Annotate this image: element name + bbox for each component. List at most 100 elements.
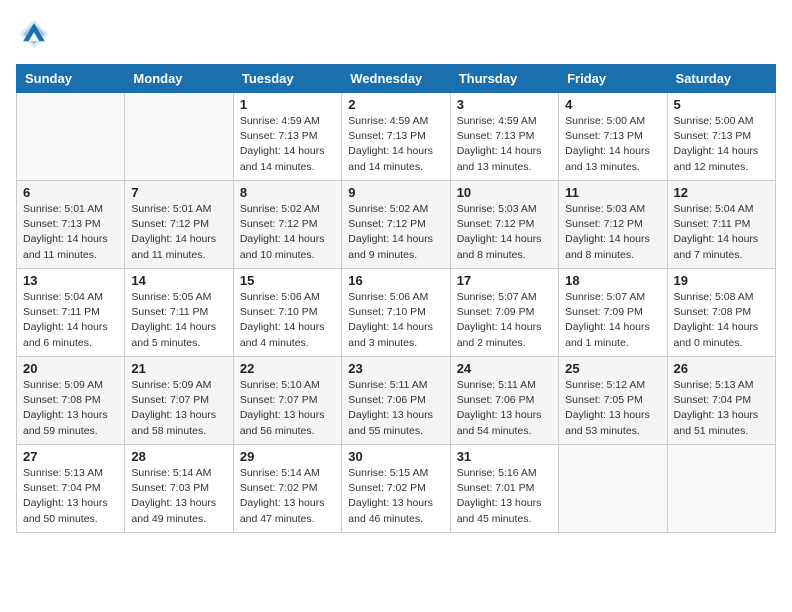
day-number: 21 [131, 361, 226, 376]
calendar-cell: 17 Sunrise: 5:07 AM Sunset: 7:09 PM Dayli… [450, 269, 558, 357]
day-info: Sunrise: 5:06 AM Sunset: 7:10 PM Dayligh… [240, 290, 335, 351]
day-number: 7 [131, 185, 226, 200]
calendar-week-row: 6 Sunrise: 5:01 AM Sunset: 7:13 PM Daylig… [17, 181, 776, 269]
day-info: Sunrise: 4:59 AM Sunset: 7:13 PM Dayligh… [240, 114, 335, 175]
day-info: Sunrise: 5:00 AM Sunset: 7:13 PM Dayligh… [565, 114, 660, 175]
weekday-header-thursday: Thursday [450, 65, 558, 93]
calendar-cell: 29Sunrise: 5:14 AM Sunset: 7:02 PM Dayli… [233, 445, 341, 533]
calendar-cell: 3 Sunrise: 4:59 AM Sunset: 7:13 PM Daylig… [450, 93, 558, 181]
day-number: 30 [348, 449, 443, 464]
calendar-cell: 28 Sunrise: 5:14 AM Sunset: 7:03 PM Dayli… [125, 445, 233, 533]
weekday-header-friday: Friday [559, 65, 667, 93]
calendar-cell: 5Sunrise: 5:00 AM Sunset: 7:13 PM Daylig… [667, 93, 775, 181]
day-info: Sunrise: 5:03 AM Sunset: 7:12 PM Dayligh… [457, 202, 552, 263]
day-info: Sunrise: 5:15 AM Sunset: 7:02 PM Dayligh… [348, 466, 443, 527]
day-info: Sunrise: 5:08 AM Sunset: 7:08 PM Dayligh… [674, 290, 769, 351]
day-number: 25 [565, 361, 660, 376]
calendar-cell [125, 93, 233, 181]
day-number: 4 [565, 97, 660, 112]
day-number: 27 [23, 449, 118, 464]
calendar-cell: 23 Sunrise: 5:11 AM Sunset: 7:06 PM Dayli… [342, 357, 450, 445]
day-info: Sunrise: 5:03 AM Sunset: 7:12 PM Dayligh… [565, 202, 660, 263]
day-number: 23 [348, 361, 443, 376]
calendar-cell: 8 Sunrise: 5:02 AM Sunset: 7:12 PM Daylig… [233, 181, 341, 269]
calendar-cell: 13 Sunrise: 5:04 AM Sunset: 7:11 PM Dayli… [17, 269, 125, 357]
day-number: 13 [23, 273, 118, 288]
calendar-week-row: 20Sunrise: 5:09 AM Sunset: 7:08 PM Dayli… [17, 357, 776, 445]
calendar-cell: 26 Sunrise: 5:13 AM Sunset: 7:04 PM Dayli… [667, 357, 775, 445]
day-number: 17 [457, 273, 552, 288]
page-header [16, 16, 776, 52]
day-info: Sunrise: 5:09 AM Sunset: 7:07 PM Dayligh… [131, 378, 226, 439]
calendar-cell [559, 445, 667, 533]
day-info: Sunrise: 5:11 AM Sunset: 7:06 PM Dayligh… [457, 378, 552, 439]
day-number: 6 [23, 185, 118, 200]
day-info: Sunrise: 5:14 AM Sunset: 7:02 PM Dayligh… [240, 466, 335, 527]
day-info: Sunrise: 5:06 AM Sunset: 7:10 PM Dayligh… [348, 290, 443, 351]
day-number: 24 [457, 361, 552, 376]
calendar-cell: 31Sunrise: 5:16 AM Sunset: 7:01 PM Dayli… [450, 445, 558, 533]
calendar-cell: 24 Sunrise: 5:11 AM Sunset: 7:06 PM Dayli… [450, 357, 558, 445]
calendar-cell: 9 Sunrise: 5:02 AM Sunset: 7:12 PM Daylig… [342, 181, 450, 269]
weekday-header-saturday: Saturday [667, 65, 775, 93]
day-number: 15 [240, 273, 335, 288]
calendar-week-row: 1Sunrise: 4:59 AM Sunset: 7:13 PM Daylig… [17, 93, 776, 181]
calendar-cell: 16 Sunrise: 5:06 AM Sunset: 7:10 PM Dayli… [342, 269, 450, 357]
day-number: 3 [457, 97, 552, 112]
day-info: Sunrise: 5:05 AM Sunset: 7:11 PM Dayligh… [131, 290, 226, 351]
day-info: Sunrise: 5:04 AM Sunset: 7:11 PM Dayligh… [674, 202, 769, 263]
day-info: Sunrise: 5:14 AM Sunset: 7:03 PM Dayligh… [131, 466, 226, 527]
calendar-cell: 12 Sunrise: 5:04 AM Sunset: 7:11 PM Dayli… [667, 181, 775, 269]
calendar-cell [17, 93, 125, 181]
day-number: 14 [131, 273, 226, 288]
calendar-cell: 21 Sunrise: 5:09 AM Sunset: 7:07 PM Dayli… [125, 357, 233, 445]
calendar-cell: 4 Sunrise: 5:00 AM Sunset: 7:13 PM Daylig… [559, 93, 667, 181]
day-number: 28 [131, 449, 226, 464]
day-info: Sunrise: 5:01 AM Sunset: 7:12 PM Dayligh… [131, 202, 226, 263]
calendar-cell: 7 Sunrise: 5:01 AM Sunset: 7:12 PM Daylig… [125, 181, 233, 269]
day-number: 26 [674, 361, 769, 376]
calendar-cell: 14 Sunrise: 5:05 AM Sunset: 7:11 PM Dayli… [125, 269, 233, 357]
day-info: Sunrise: 5:01 AM Sunset: 7:13 PM Dayligh… [23, 202, 118, 263]
day-info: Sunrise: 5:11 AM Sunset: 7:06 PM Dayligh… [348, 378, 443, 439]
weekday-header-wednesday: Wednesday [342, 65, 450, 93]
calendar-cell: 30 Sunrise: 5:15 AM Sunset: 7:02 PM Dayli… [342, 445, 450, 533]
day-number: 10 [457, 185, 552, 200]
day-number: 16 [348, 273, 443, 288]
day-info: Sunrise: 5:13 AM Sunset: 7:04 PM Dayligh… [23, 466, 118, 527]
weekday-header-tuesday: Tuesday [233, 65, 341, 93]
day-number: 9 [348, 185, 443, 200]
day-number: 20 [23, 361, 118, 376]
day-info: Sunrise: 5:12 AM Sunset: 7:05 PM Dayligh… [565, 378, 660, 439]
day-info: Sunrise: 5:02 AM Sunset: 7:12 PM Dayligh… [240, 202, 335, 263]
day-info: Sunrise: 5:10 AM Sunset: 7:07 PM Dayligh… [240, 378, 335, 439]
calendar-cell [667, 445, 775, 533]
day-info: Sunrise: 5:00 AM Sunset: 7:13 PM Dayligh… [674, 114, 769, 175]
calendar-cell: 15 Sunrise: 5:06 AM Sunset: 7:10 PM Dayli… [233, 269, 341, 357]
calendar-cell: 22Sunrise: 5:10 AM Sunset: 7:07 PM Dayli… [233, 357, 341, 445]
day-info: Sunrise: 5:02 AM Sunset: 7:12 PM Dayligh… [348, 202, 443, 263]
calendar-cell: 11 Sunrise: 5:03 AM Sunset: 7:12 PM Dayli… [559, 181, 667, 269]
calendar-cell: 25 Sunrise: 5:12 AM Sunset: 7:05 PM Dayli… [559, 357, 667, 445]
day-info: Sunrise: 4:59 AM Sunset: 7:13 PM Dayligh… [457, 114, 552, 175]
calendar-header-row: SundayMondayTuesdayWednesdayThursdayFrid… [17, 65, 776, 93]
day-info: Sunrise: 5:07 AM Sunset: 7:09 PM Dayligh… [457, 290, 552, 351]
day-info: Sunrise: 5:13 AM Sunset: 7:04 PM Dayligh… [674, 378, 769, 439]
calendar-cell: 20Sunrise: 5:09 AM Sunset: 7:08 PM Dayli… [17, 357, 125, 445]
logo [16, 16, 54, 52]
day-number: 8 [240, 185, 335, 200]
calendar-table: SundayMondayTuesdayWednesdayThursdayFrid… [16, 64, 776, 533]
weekday-header-sunday: Sunday [17, 65, 125, 93]
calendar-week-row: 27 Sunrise: 5:13 AM Sunset: 7:04 PM Dayli… [17, 445, 776, 533]
day-number: 12 [674, 185, 769, 200]
day-number: 18 [565, 273, 660, 288]
day-info: Sunrise: 5:04 AM Sunset: 7:11 PM Dayligh… [23, 290, 118, 351]
calendar-cell: 10 Sunrise: 5:03 AM Sunset: 7:12 PM Dayli… [450, 181, 558, 269]
calendar-cell: 18Sunrise: 5:07 AM Sunset: 7:09 PM Dayli… [559, 269, 667, 357]
day-info: Sunrise: 4:59 AM Sunset: 7:13 PM Dayligh… [348, 114, 443, 175]
day-number: 11 [565, 185, 660, 200]
calendar-cell: 19 Sunrise: 5:08 AM Sunset: 7:08 PM Dayli… [667, 269, 775, 357]
day-number: 19 [674, 273, 769, 288]
weekday-header-monday: Monday [125, 65, 233, 93]
calendar-cell: 6 Sunrise: 5:01 AM Sunset: 7:13 PM Daylig… [17, 181, 125, 269]
